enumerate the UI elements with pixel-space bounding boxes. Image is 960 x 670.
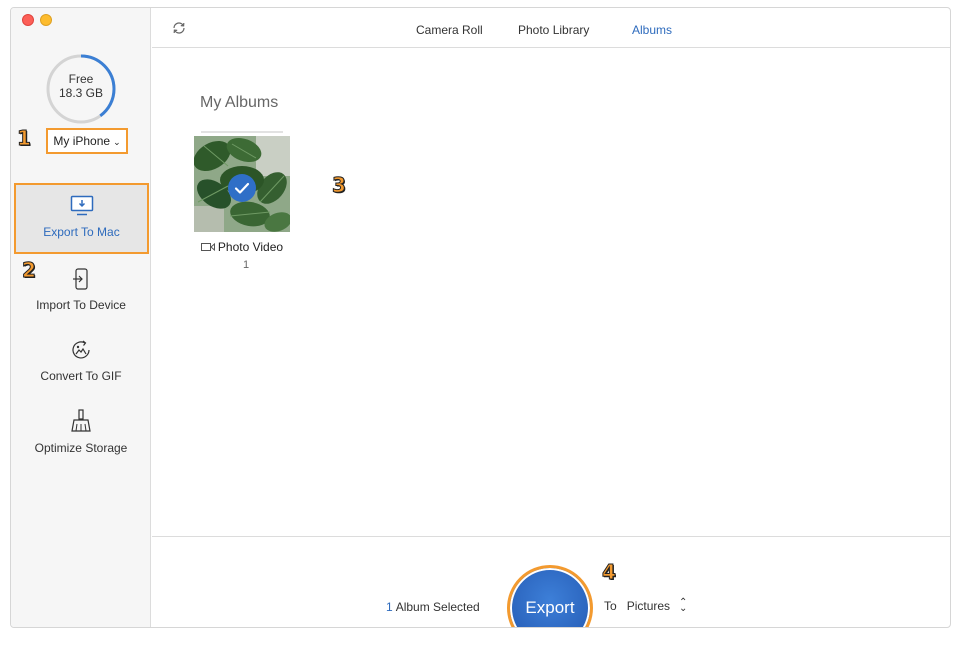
refresh-icon[interactable] [171, 20, 187, 36]
export-button-label: Export [525, 598, 575, 617]
tab-albums[interactable]: Albums [632, 23, 672, 37]
selection-summary: 1 Album Selected [386, 600, 480, 614]
album-name: Photo Video [194, 240, 290, 254]
sidebar-item-label: Import To Device [36, 298, 126, 312]
album-thumbnail [194, 136, 290, 232]
top-toolbar: Camera Roll Photo Library Albums [152, 8, 950, 48]
annotation-marker-1: 1 [17, 126, 32, 151]
selected-label: Album Selected [395, 600, 480, 614]
chevron-down-icon: ⌄ [113, 136, 121, 147]
section-title: My Albums [200, 94, 279, 111]
checkmark-icon [234, 182, 250, 194]
to-label: To [604, 599, 617, 613]
album-name-label: Photo Video [217, 240, 284, 254]
sidebar-item-optimize-storage[interactable]: Optimize Storage [11, 409, 151, 455]
bottom-bar: 1 Album Selected Export 4 To Pictures ⌃ ⌄ [152, 536, 950, 627]
destination-value: Pictures [626, 599, 671, 613]
sidebar-item-export-to-mac[interactable]: Export To Mac [14, 183, 149, 254]
album-count: 1 [242, 259, 250, 271]
selected-check-badge [228, 174, 256, 202]
storage-free-value: 18.3 GB [58, 86, 104, 100]
broom-icon [71, 409, 91, 432]
storage-free-label: Free [68, 72, 94, 86]
app-window: Free 18.3 GB 1 My iPhone ⌄ Export To Mac… [10, 7, 951, 628]
sidebar: Free 18.3 GB 1 My iPhone ⌄ Export To Mac… [11, 8, 151, 627]
close-window-button[interactable] [22, 14, 34, 26]
sidebar-item-label: Export To Mac [43, 225, 120, 239]
annotation-marker-4: 4 [602, 560, 617, 585]
gif-convert-icon [72, 340, 90, 359]
window-controls [22, 14, 52, 26]
tab-photo-library[interactable]: Photo Library [518, 23, 589, 37]
device-name: My iPhone [53, 134, 111, 148]
sidebar-item-label: Optimize Storage [34, 441, 128, 455]
main-panel: Camera Roll Photo Library Albums My Albu… [152, 8, 950, 627]
tab-camera-roll[interactable]: Camera Roll [416, 23, 483, 37]
monitor-download-icon [70, 195, 93, 216]
selected-count: 1 [386, 600, 393, 614]
minimize-window-button[interactable] [40, 14, 52, 26]
destination-selector[interactable]: To Pictures ⌃ ⌄ [604, 598, 687, 614]
annotation-marker-3: 3 [332, 173, 347, 198]
album-stack-edge [201, 131, 283, 133]
stepper-arrows-icon[interactable]: ⌃ ⌄ [679, 598, 687, 614]
sidebar-item-convert-to-gif[interactable]: Convert To GIF [11, 339, 151, 383]
export-button[interactable]: Export [507, 565, 593, 627]
device-selector[interactable]: My iPhone ⌄ [46, 128, 128, 154]
sidebar-item-import-to-device[interactable]: Import To Device [11, 268, 151, 312]
sidebar-item-label: Convert To GIF [40, 369, 122, 383]
video-camera-icon [200, 242, 215, 252]
storage-info: Free 18.3 GB [45, 72, 117, 100]
phone-import-icon [73, 268, 88, 290]
